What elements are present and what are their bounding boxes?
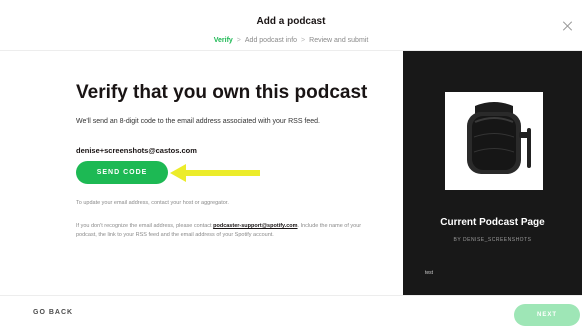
modal-header: Add a podcast Verify > Add podcast info > Re…	[0, 0, 582, 51]
pop-filter-image	[467, 102, 531, 174]
preview-title: Current Podcast Page	[440, 217, 545, 228]
page-heading: Verify that you own this podcast	[76, 82, 368, 103]
arrow-pointer-icon	[170, 164, 260, 182]
support-email-link[interactable]: podcaster-support@spotify.com	[213, 223, 297, 229]
step-indicator: Verify > Add podcast info > Review and submi…	[0, 37, 582, 44]
close-icon[interactable]	[562, 20, 574, 32]
step-verify: Verify	[213, 37, 233, 44]
step-review-and-submit: Review and submit	[309, 37, 369, 44]
next-button[interactable]: NEXT	[514, 304, 580, 326]
update-email-note: To update your email address, contact yo…	[76, 200, 229, 206]
modal-title: Add a podcast	[256, 16, 326, 27]
send-code-button[interactable]: SEND CODE	[76, 161, 168, 184]
support-note: If you don't recognize the email address…	[76, 222, 366, 240]
modal-footer: GO BACK NEXT	[0, 295, 582, 327]
step-add-podcast-info: Add podcast info	[244, 37, 298, 44]
go-back-button[interactable]: GO BACK	[33, 309, 73, 316]
podcast-preview-panel: Current Podcast Page BY DENISE_SCREENSHO…	[403, 51, 582, 295]
preview-description: test	[425, 270, 434, 276]
email-address: denise+screenshots@castos.com	[76, 146, 197, 155]
support-note-prefix: If you don't recognize the email address…	[76, 223, 214, 229]
step-separator: >	[236, 37, 241, 44]
podcast-cover-image	[445, 92, 543, 190]
step-separator: >	[301, 37, 306, 44]
description-text: We'll send an 8-digit code to the email …	[76, 118, 321, 125]
preview-subtitle: BY DENISE_SCREENSHOTS	[453, 237, 532, 243]
